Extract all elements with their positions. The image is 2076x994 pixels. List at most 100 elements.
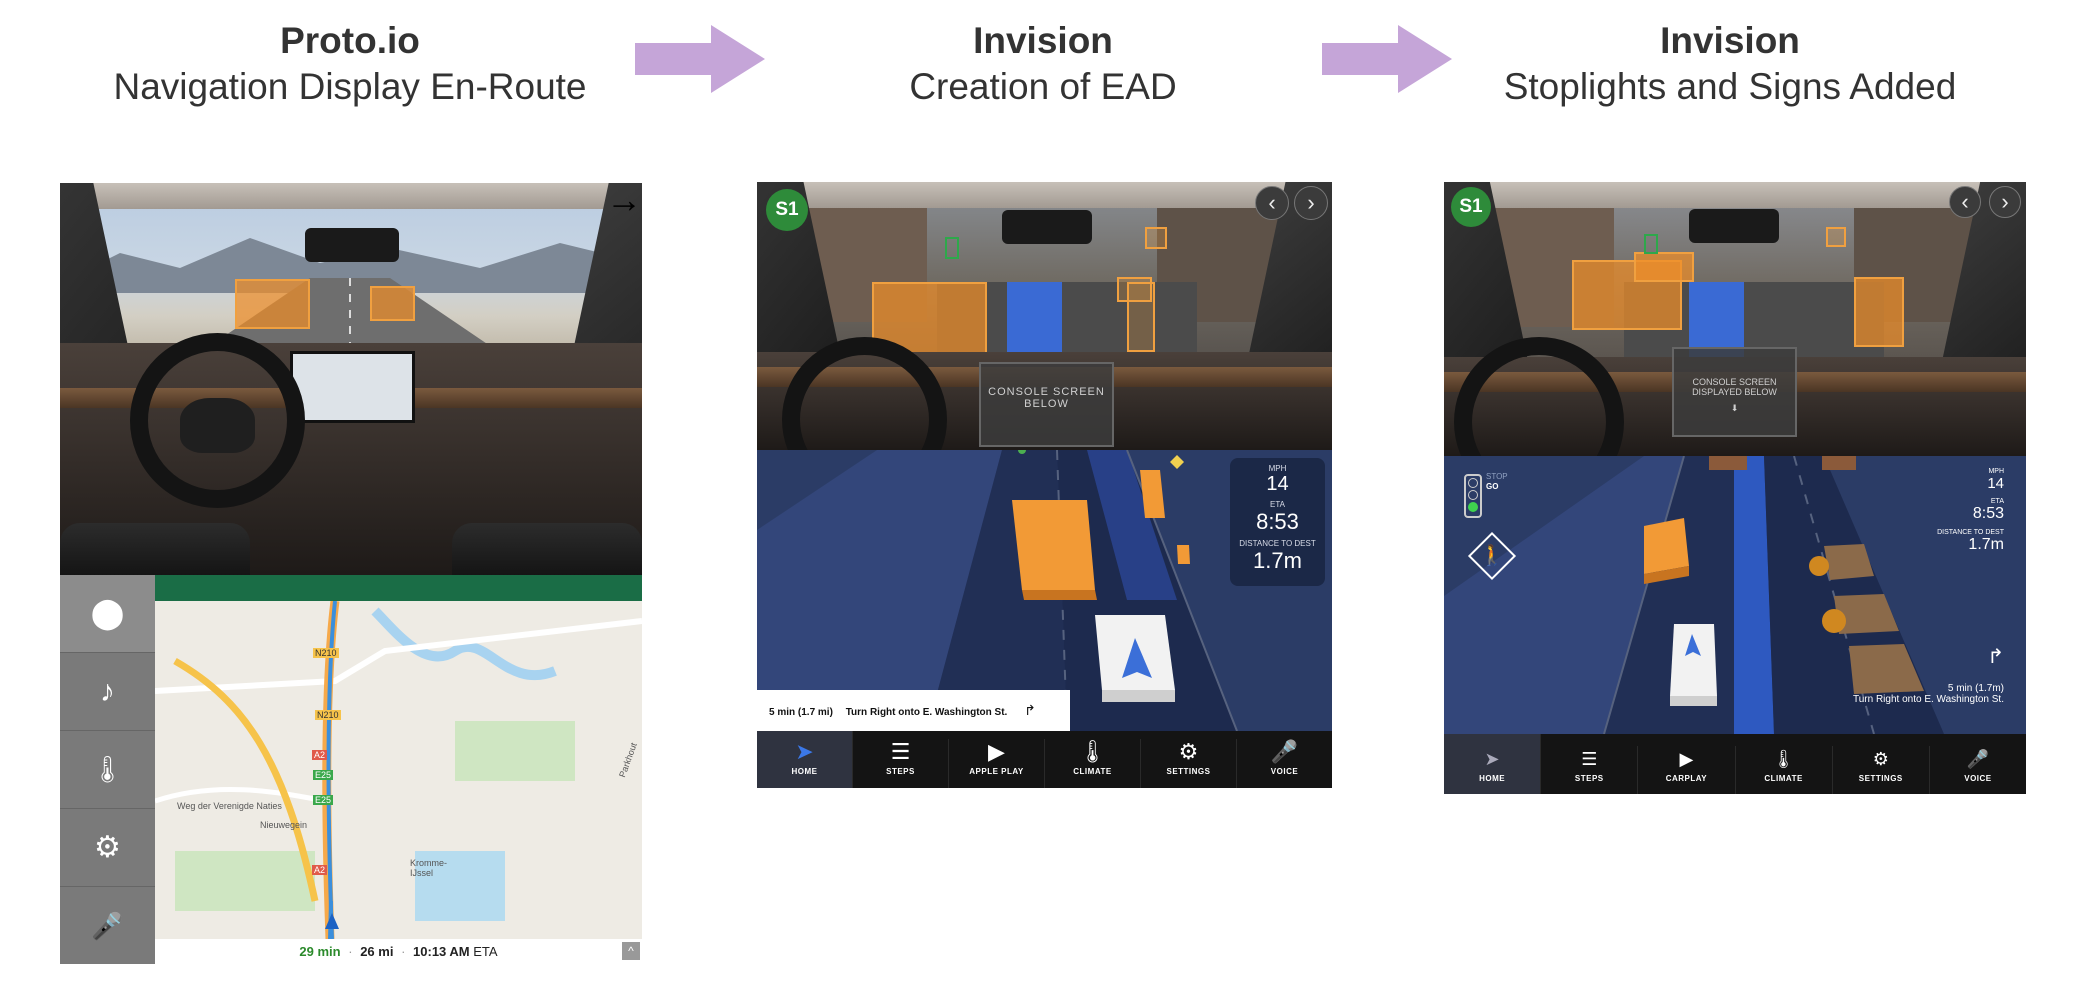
tab-settings[interactable]: ⚙ SETTINGS [1141,739,1237,788]
tab-climate[interactable]: 🌡 CLIMATE [1736,746,1833,794]
eta-label: ETA [1990,498,2004,505]
ead-display: MPH 14 ETA 8:53 DISTANCE TO DEST 1.7m 5 … [757,450,1332,731]
navigation-map[interactable]: N210 N210 A2 E25 E25 A2 Weg der Verenigd… [155,575,642,939]
tab-voice[interactable]: 🎤 VOICE [1237,739,1332,788]
turn-time: 5 min (1.7 mi) [769,707,833,718]
music-note-icon[interactable]: ♪ [60,653,155,731]
map-label: N210 [313,648,339,658]
next-screen-arrow[interactable]: → [606,183,642,221]
turn-text: Turn Right onto E. Washington St. [845,707,1008,718]
heading-tool-name: Proto.io [280,20,420,61]
tab-home[interactable]: ➤ HOME [757,731,853,788]
distance-label: DISTANCE TO DEST [1937,529,2004,536]
ead-display: STOP GO 🚶 MPH 14 ETA 8:53 DISTANCE TO DE… [1444,456,2026,734]
tab-home[interactable]: ➤ HOME [1444,734,1542,794]
detected-vehicle-box [370,286,415,321]
scenario-badge: S1 [766,189,808,231]
down-arrow-icon: ⬇ [1730,403,1739,413]
street-view-photo: CONSOLE SCREEN DISPLAYED BELOW ⬇ S1 ‹ › [1444,182,2026,456]
mph-value: 14 [1987,475,2004,492]
gear-icon[interactable]: ⚙ [60,809,155,887]
console-line-2: BELOW [1024,398,1069,410]
tab-settings[interactable]: ⚙ SETTINGS [1833,746,1930,794]
gear-icon: ⚙ [1872,749,1889,769]
turn-instruction: 5 min (1.7m) Turn Right onto E. Washingt… [1853,683,2004,705]
tab-steps[interactable]: ☰ STEPS [853,739,949,788]
street-view-photo: CONSOLE SCREEN BELOW S1 ‹ › [757,182,1332,450]
go-label: GO [1486,482,1499,491]
tab-label: SETTINGS [1166,767,1211,776]
tab-voice[interactable]: 🎤 VOICE [1930,746,2026,794]
tab-apple-play[interactable]: ▶ APPLE PLAY [949,739,1045,788]
trip-eta-time: 10:13 AM [413,944,470,959]
heading-subtitle: Navigation Display En-Route [113,66,587,107]
tab-label: VOICE [1964,774,1992,783]
microphone-icon[interactable]: 🎤 [60,887,155,964]
map-trip-summary: 29 min · 26 mi · 10:13 AM ETA ^ [155,939,642,964]
steps-list-icon: ☰ [890,739,911,764]
trip-hud: MPH 14 ETA 8:53 DISTANCE TO DEST 1.7m [1230,458,1325,586]
play-icon: ▶ [1679,749,1694,769]
thermometer-icon: 🌡 [1078,739,1107,764]
map-label: A2 [312,750,328,760]
microphone-icon: 🎤 [1270,739,1299,764]
map-label: E25 [313,770,334,780]
detected-sign-box [1826,227,1846,247]
tab-bar: ➤ HOME ☰ STEPS ▶ APPLE PLAY 🌡 CLIMATE ⚙ … [757,731,1332,788]
console-line-2: DISPLAYED BELOW [1692,387,1777,397]
map-roads [155,601,642,939]
separator: · [401,944,406,959]
tab-label: HOME [1479,774,1506,783]
play-icon: ▶ [988,739,1005,764]
map-label: N210 [315,710,341,720]
next-screen-button[interactable]: › [1989,186,2021,218]
mph-label: MPH [1988,468,2004,475]
heading-invision-stoplights: Invision Stoplights and Signs Added [1380,18,2076,110]
next-screen-button[interactable]: › [1294,186,1328,220]
climate-icon[interactable]: 🌡 [60,731,155,809]
location-pin-icon[interactable]: ⬤ [60,575,155,653]
turn-instruction-banner: 5 min (1.7 mi) Turn Right onto E. Washin… [757,690,1070,731]
tab-steps[interactable]: ☰ STEPS [1541,746,1639,794]
stop-label: STOP [1486,472,1508,481]
eta-label: ETA [1270,500,1285,509]
tab-label: HOME [791,767,818,776]
trip-hud: MPH 14 ETA 8:53 DISTANCE TO DEST 1.7m [1937,468,2004,554]
car-interior-photo: → [60,183,642,575]
prev-screen-button[interactable]: ‹ [1255,186,1289,220]
turn-right-icon: ↱ [1987,646,2004,668]
detected-pedestrian-box [1854,277,1904,347]
detected-vehicle-box [1634,252,1694,282]
heading-tool-name: Invision [973,20,1113,61]
tab-label: CLIMATE [1764,774,1803,783]
protoio-screen: → ⬤ ♪ 🌡 ⚙ 🎤 N210 N210 A2 E25 E25 A2 Weg … [60,183,642,964]
prev-screen-button[interactable]: ‹ [1949,186,1981,218]
map-label: Weg der Verenigde Naties [177,801,282,811]
tab-carplay[interactable]: ▶ CARPLAY [1638,746,1736,794]
tab-label: STEPS [1574,774,1604,783]
trip-eta-label: ETA [473,944,498,959]
map-label: Kromme-IJssel [410,858,448,878]
console-line-1: CONSOLE SCREEN [988,386,1105,398]
ead-stoplights-screen: CONSOLE SCREEN DISPLAYED BELOW ⬇ S1 ‹ › [1444,182,2026,794]
eta-value: 8:53 [1256,509,1299,534]
tab-label: SETTINGS [1858,774,1903,783]
turn-time: 5 min (1.7m) [1947,683,2004,694]
console-line-1: CONSOLE SCREEN [1692,377,1777,387]
map-label: Nieuwegein [260,820,308,830]
trip-distance: 26 mi [360,944,394,959]
detected-vehicle-box [235,279,310,329]
gear-icon: ⚙ [1178,739,1199,764]
separator: · [348,944,353,959]
console-screen-notice: CONSOLE SCREEN BELOW [979,362,1114,447]
mph-value: 14 [1266,473,1289,495]
expand-chevron-icon[interactable]: ^ [622,942,640,960]
heading-protoio: Proto.io Navigation Display En-Route [0,18,700,110]
steps-list-icon: ☰ [1581,749,1598,769]
tab-climate[interactable]: 🌡 CLIMATE [1045,739,1141,788]
turn-text: Turn Right onto E. Washington St. [1852,694,2004,705]
eta-value: 8:53 [1972,505,2004,522]
navigation-arrow-icon: ➤ [795,739,814,764]
ead-screen: CONSOLE SCREEN BELOW S1 ‹ › MPH 14 ETA 8… [757,182,1332,788]
distance-value: 1.7m [1968,536,2004,553]
